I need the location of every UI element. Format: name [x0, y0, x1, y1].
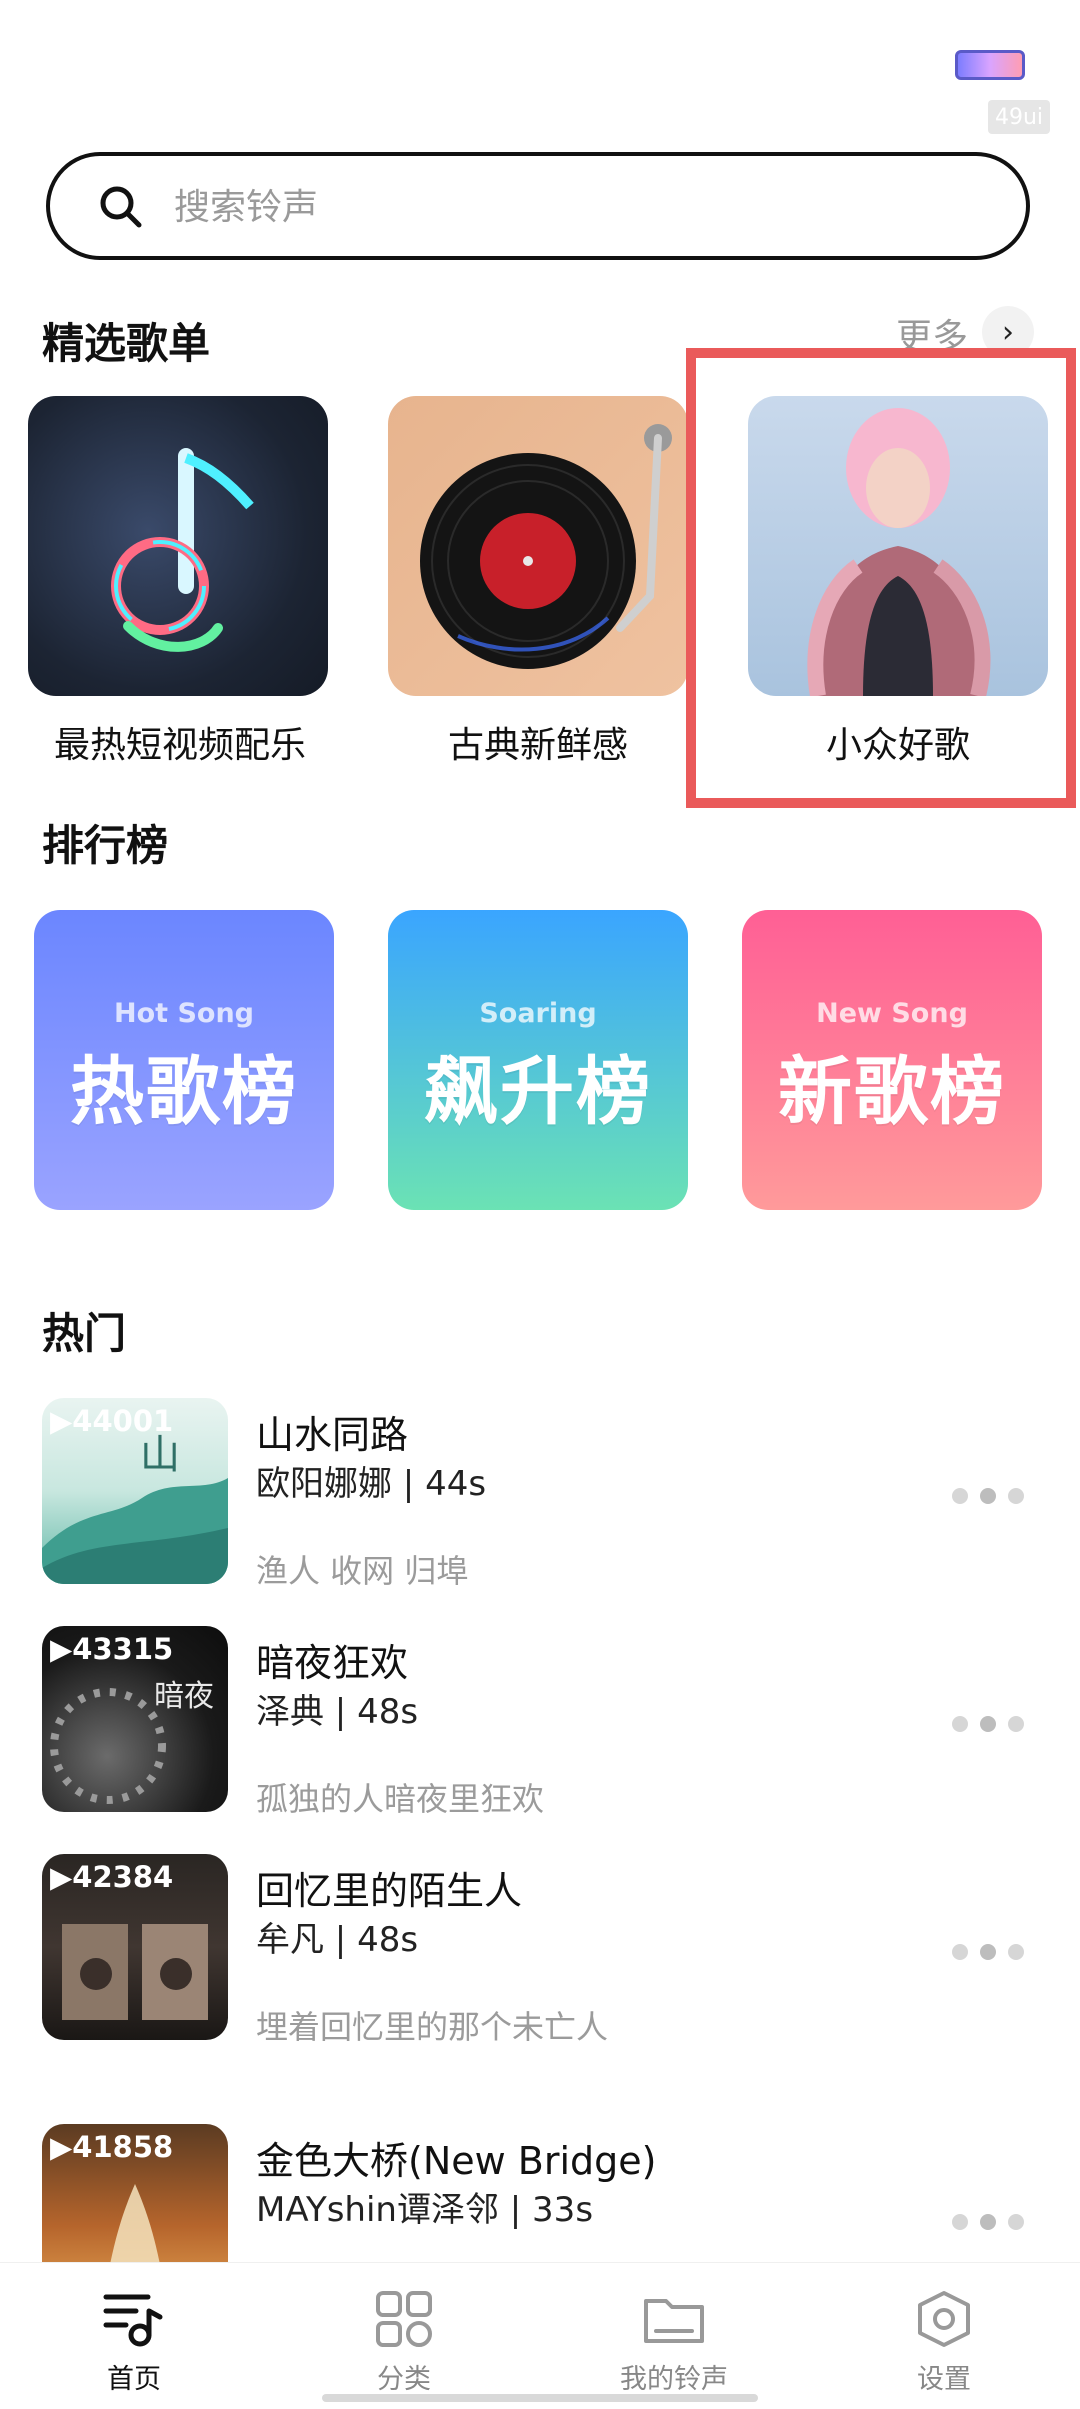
song-description: 埋着回忆里的那个未亡人: [256, 2008, 609, 2046]
song-description: 孤独的人暗夜里狂欢: [256, 1780, 545, 1818]
chart-hot-songs[interactable]: Hot Song 热歌榜: [34, 910, 334, 1210]
chart-title: 新歌榜: [778, 1049, 1006, 1135]
song-cover[interactable]: 山 ▶44001: [42, 1398, 228, 1584]
tab-label: 分类: [377, 2364, 431, 2395]
tab-category[interactable]: 分类: [304, 2263, 504, 2409]
tab-label: 首页: [107, 2364, 161, 2395]
tab-settings[interactable]: 设置: [844, 2263, 1044, 2409]
tab-label: 设置: [917, 2364, 971, 2395]
play-count: ▶41858: [50, 2130, 174, 2164]
chart-title: 热歌榜: [70, 1049, 298, 1135]
playlist-card-classic[interactable]: [388, 396, 688, 696]
folder-icon: [644, 2299, 704, 2343]
tab-label: 我的铃声: [620, 2364, 728, 2395]
more-options-icon[interactable]: [952, 1714, 1032, 1734]
home-indicator[interactable]: [322, 2394, 758, 2402]
home-music-icon: [103, 2294, 163, 2347]
tab-my-ringtones[interactable]: 我的铃声: [574, 2263, 774, 2409]
svg-text:山: 山: [140, 1432, 180, 1478]
grid-icon: [376, 2291, 432, 2347]
svg-text:暗夜: 暗夜: [154, 1679, 214, 1714]
song-title[interactable]: 山水同路: [256, 1404, 408, 1459]
play-count: ▶42384: [50, 1860, 174, 1894]
song-title[interactable]: 暗夜狂欢: [256, 1632, 408, 1687]
song-title[interactable]: 回忆里的陌生人: [256, 1860, 522, 1915]
search-input[interactable]: [172, 176, 996, 238]
tab-home[interactable]: 首页: [34, 2263, 234, 2409]
song-title[interactable]: 金色大桥(New Bridge): [256, 2130, 657, 2185]
highlight-box: [686, 348, 1076, 808]
search-icon: [100, 186, 142, 228]
song-cover[interactable]: 暗夜 ▶43315: [42, 1626, 228, 1812]
more-options-icon[interactable]: [952, 1942, 1032, 1962]
chart-soaring[interactable]: Soaring 飙升榜: [388, 910, 688, 1210]
charts-section-title: 排行榜: [42, 821, 169, 870]
bottom-tab-bar: 首页 分类 我的铃声 设置: [0, 2262, 1080, 2409]
chart-subtitle: Hot Song: [114, 998, 254, 1029]
song-meta: 泽典 | 48s: [256, 1692, 419, 1732]
song-meta: MAYshin谭泽邻 | 33s: [256, 2190, 594, 2230]
settings-hexagon-icon: [918, 2291, 970, 2347]
hot-section-title: 热门: [42, 1309, 127, 1358]
chart-subtitle: New Song: [816, 998, 968, 1029]
featured-section-title: 精选歌单: [42, 319, 211, 368]
more-options-icon[interactable]: [952, 2212, 1032, 2232]
music-note-icon: [111, 448, 254, 652]
battery-icon: [955, 50, 1025, 80]
play-count: ▶44001: [50, 1404, 174, 1438]
song-meta: 欧阳娜娜 | 44s: [256, 1464, 487, 1504]
playlist-label: 古典新鲜感: [447, 725, 628, 766]
watermark-tag: 49ui: [988, 100, 1050, 134]
play-count: ▶43315: [50, 1632, 174, 1666]
chart-title: 飙升榜: [424, 1049, 652, 1135]
chart-subtitle: Soaring: [479, 998, 597, 1029]
more-options-icon[interactable]: [952, 1486, 1032, 1506]
song-meta: 牟凡 | 48s: [256, 1920, 419, 1960]
song-description: 渔人 收网 归埠: [256, 1552, 469, 1590]
chart-new-songs[interactable]: New Song 新歌榜: [742, 910, 1042, 1210]
playlist-label: 最热短视频配乐: [53, 725, 306, 766]
playlist-card-hot-shortvideo[interactable]: [28, 396, 328, 696]
vinyl-record-icon: [420, 424, 672, 669]
song-cover[interactable]: ▶42384: [42, 1854, 228, 2040]
